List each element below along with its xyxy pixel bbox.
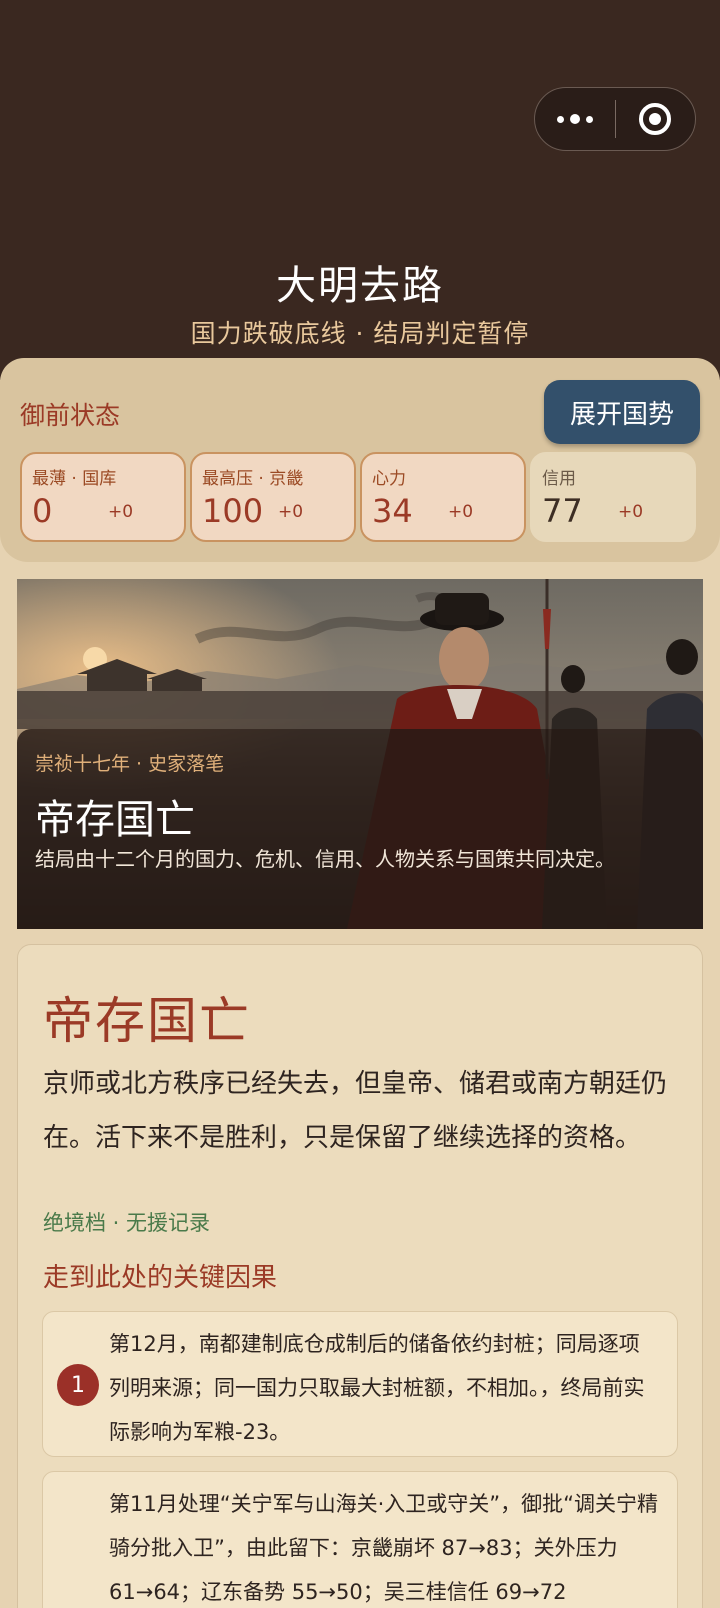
close-button[interactable] <box>616 88 696 150</box>
cause-item: 1 第12月，南都建制底仓成制后的储备依约封桩；同局逐项列明来源；同一国力只取最… <box>42 1311 678 1457</box>
status-panel: 御前状态 展开国势 最薄 · 国库 0 +0 最高压 · 京畿 100 +0 心… <box>0 358 720 562</box>
causes-section-title: 走到此处的关键因果 <box>43 1263 278 1293</box>
app-page: 大明去路 国力跌破底线 · 结局判定暂停 御前状态 展开国势 最薄 · 国库 0… <box>0 0 720 1608</box>
more-button[interactable] <box>535 88 615 150</box>
more-dots-icon-right <box>585 115 593 123</box>
cause-text: 第11月处理“关宁军与山海关·入卫或守关”，御批“调关宁精骑分批入卫”，由此留下… <box>109 1492 659 1604</box>
stat-label: 信用 <box>542 469 576 489</box>
stat-value: 77 <box>542 492 583 530</box>
stat-label: 最薄 · 国库 <box>32 469 117 489</box>
ending-result-card: 帝存国亡 京师或北方秩序已经失去，但皇帝、储君或南方朝廷仍在。活下来不是胜利，只… <box>17 944 703 1608</box>
result-tags: 绝境档 · 无援记录 <box>43 1211 211 1235</box>
hero-description: 结局由十二个月的国力、危机、信用、人物关系与国策共同决定。 <box>35 847 615 871</box>
stat-value: 0 <box>32 492 53 530</box>
cause-text: 第12月，南都建制底仓成制后的储备依约封桩；同局逐项列明来源；同一国力只取最大封… <box>109 1332 645 1444</box>
status-title: 御前状态 <box>20 401 121 430</box>
app-title: 大明去路 <box>276 263 444 309</box>
hero-kicker: 崇祯十七年 · 史家落笔 <box>35 753 225 775</box>
stat-delta: +0 <box>108 502 134 522</box>
stat-delta: +0 <box>448 502 474 522</box>
stat-label: 最高压 · 京畿 <box>202 469 304 489</box>
app-subtitle: 国力跌破底线 · 结局判定暂停 <box>190 319 530 348</box>
result-title: 帝存国亡 <box>43 992 251 1050</box>
stat-value: 34 <box>372 492 413 530</box>
hero-title: 帝存国亡 <box>35 797 195 843</box>
target-close-icon <box>639 103 672 135</box>
stat-label: 心力 <box>372 469 406 489</box>
hero-overlay: 崇祯十七年 · 史家落笔 帝存国亡 结局由十二个月的国力、危机、信用、人物关系与… <box>17 729 703 929</box>
stat-value: 100 <box>202 492 264 530</box>
result-description: 京师或北方秩序已经失去，但皇帝、储君或南方朝廷仍在。活下来不是胜利，只是保留了继… <box>43 1069 668 1153</box>
stat-card-capital: 最高压 · 京畿 100 +0 <box>190 452 356 542</box>
stat-card-credit: 信用 77 +0 <box>530 452 696 542</box>
more-dots-icon-center <box>569 114 580 124</box>
expand-national-status-button[interactable]: 展开国势 <box>544 380 700 444</box>
mini-program-capsule <box>534 87 696 151</box>
stat-delta: +0 <box>618 502 644 522</box>
stat-card-spirit: 心力 34 +0 <box>360 452 526 542</box>
more-dots-icon <box>556 115 564 123</box>
stat-card-treasury: 最薄 · 国库 0 +0 <box>20 452 186 542</box>
ending-hero-card: 崇祯十七年 · 史家落笔 帝存国亡 结局由十二个月的国力、危机、信用、人物关系与… <box>17 579 703 929</box>
cause-number-badge: 1 <box>57 1364 99 1406</box>
cause-item: 2 第11月处理“关宁军与山海关·入卫或守关”，御批“调关宁精骑分批入卫”，由此… <box>42 1471 678 1608</box>
stat-delta: +0 <box>278 502 304 522</box>
